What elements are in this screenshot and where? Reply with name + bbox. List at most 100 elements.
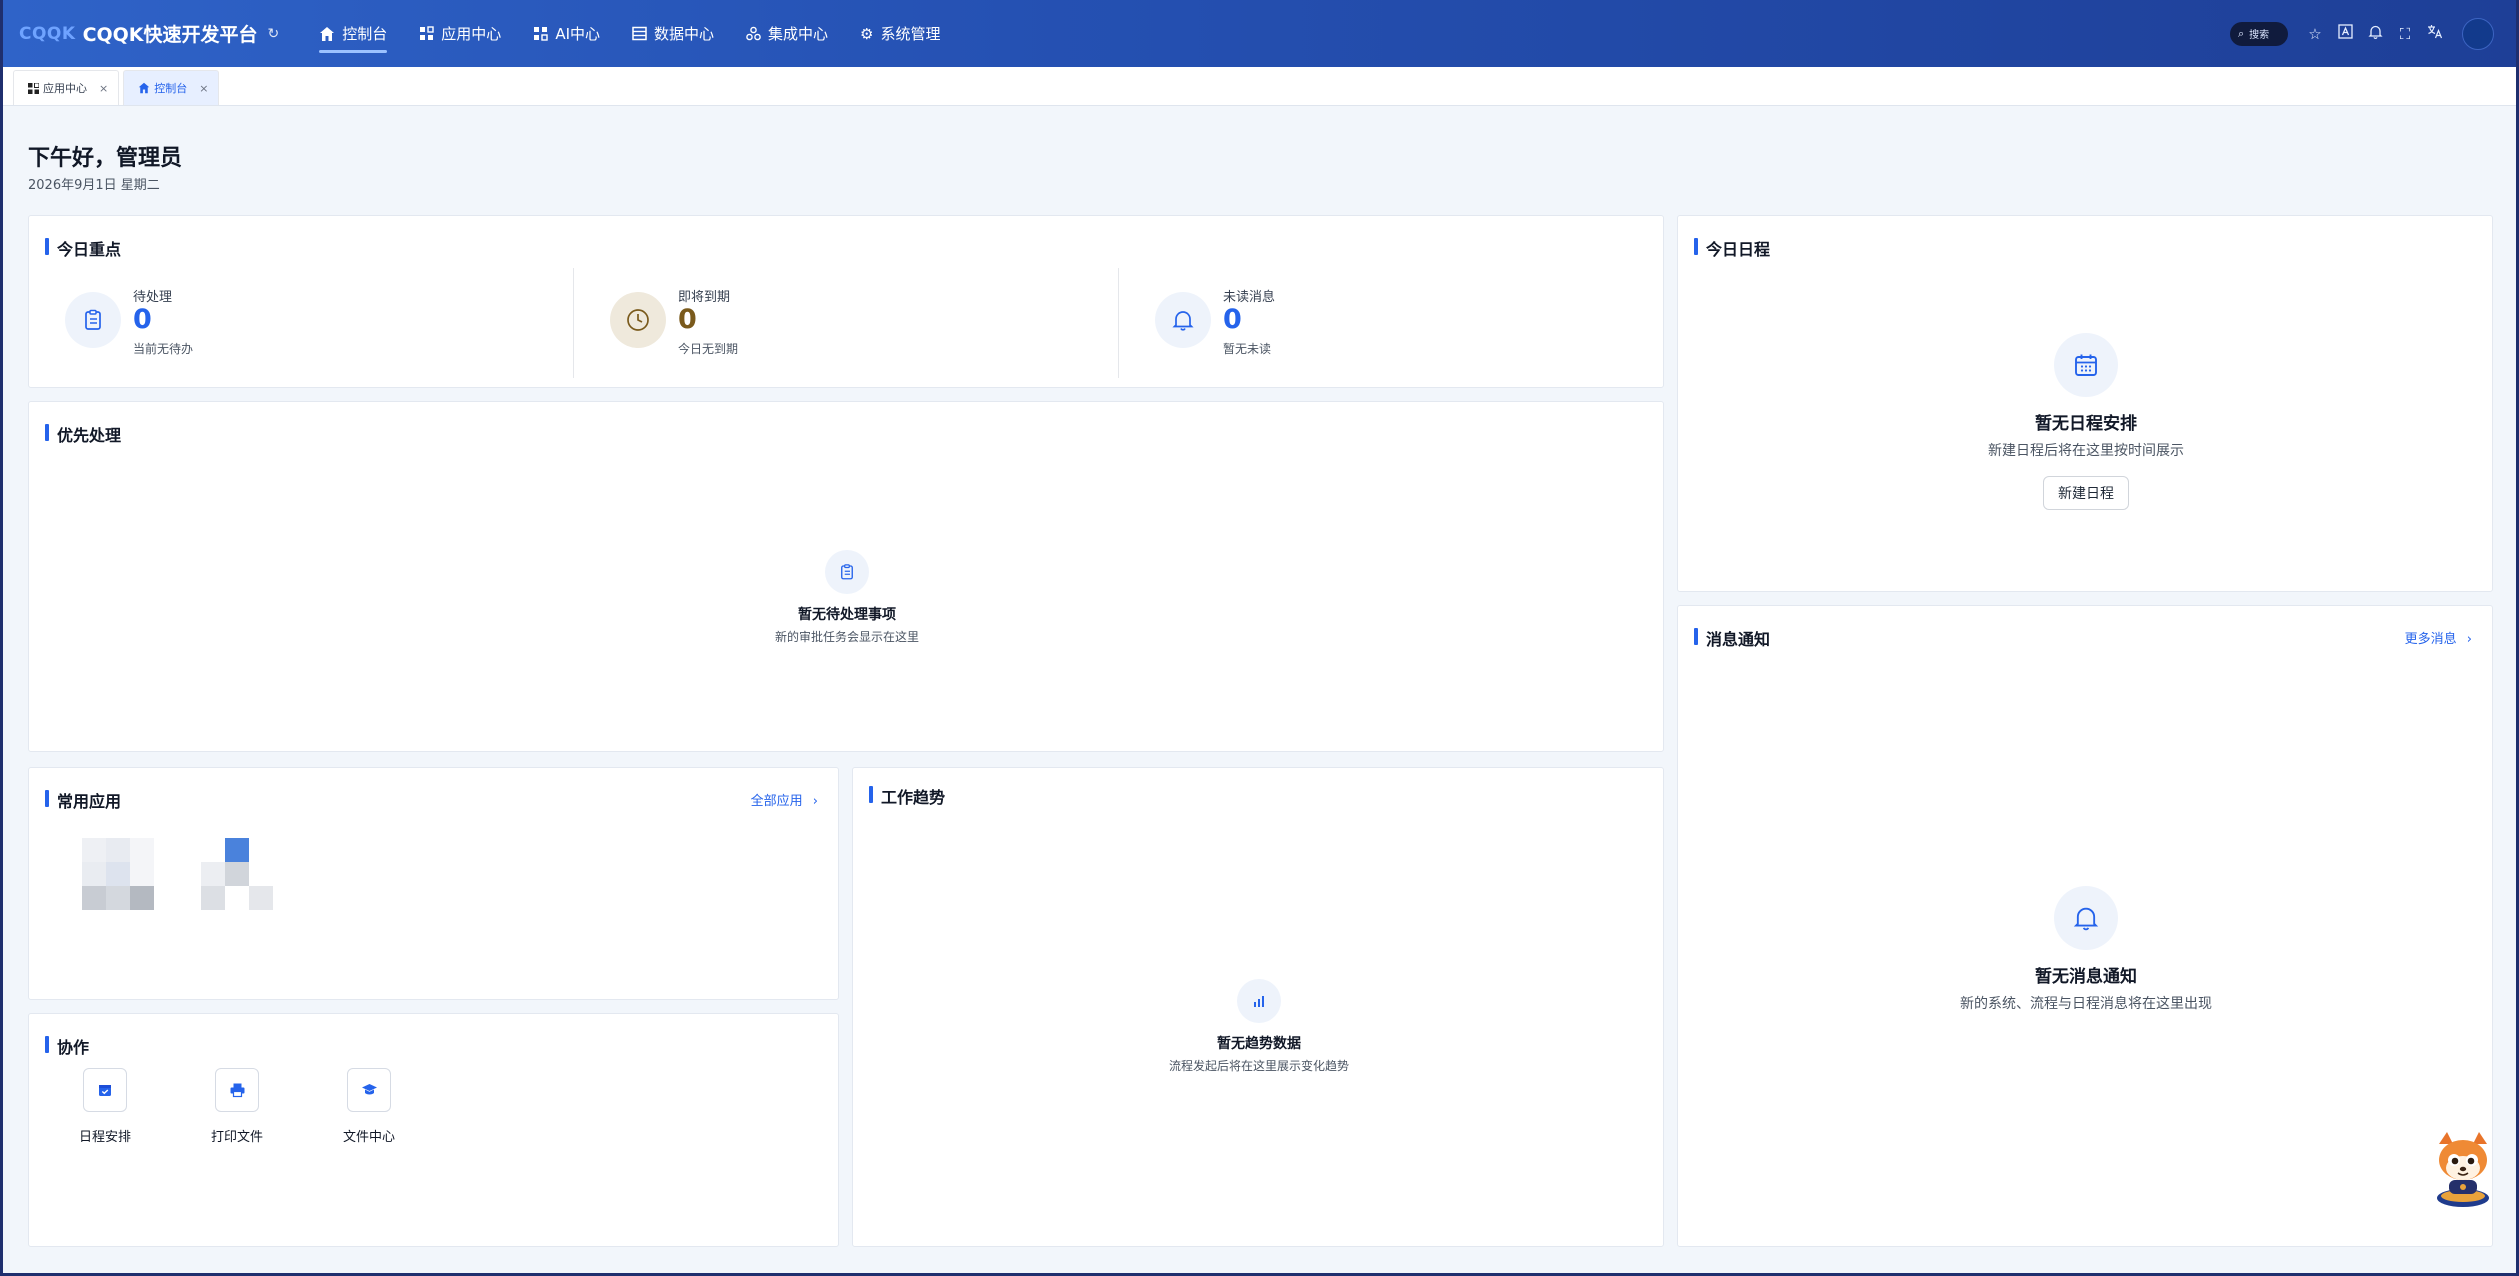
close-icon[interactable]: × — [199, 82, 208, 95]
nav-label: 数据中心 — [654, 25, 715, 43]
work-trend-card: 工作趋势 暂无趋势数据 流程发起后将在这里展示变化趋势 — [852, 767, 1664, 1247]
collab-label: 打印文件 — [210, 1130, 263, 1145]
star-icon[interactable]: ☆ — [2300, 25, 2330, 43]
nav-label: 集成中心 — [768, 25, 829, 43]
calendar-check-icon — [83, 1068, 127, 1112]
collab-schedule[interactable]: 日程安排 — [65, 1068, 145, 1145]
empty-desc: 流程发起后将在这里展示变化趋势 — [1168, 1059, 1350, 1073]
collab-file-center[interactable]: 文件中心 — [329, 1068, 409, 1145]
bar-chart-icon — [1236, 979, 1281, 1023]
apps-grid-icon — [420, 26, 434, 40]
logo-mark: CQQK — [19, 23, 76, 44]
link-label: 全部应用 — [750, 794, 803, 809]
nav-item-app-center[interactable]: 应用中心 — [403, 0, 517, 67]
clipboard-icon — [824, 550, 869, 594]
nav-label: AI中心 — [555, 25, 600, 43]
more-messages-link[interactable]: 更多消息 › — [2405, 628, 2472, 647]
integration-icon — [746, 26, 761, 41]
nav-item-system-admin[interactable]: ⚙ 系统管理 — [844, 0, 956, 67]
kpi-label: 即将到期 — [678, 290, 731, 305]
translate-icon[interactable] — [2420, 24, 2450, 43]
search-input[interactable]: ⌕ 搜索 — [2230, 21, 2288, 46]
kpi-value: 0 — [133, 304, 152, 335]
kpi-pending[interactable]: 待处理 0 当前无待办 — [29, 268, 574, 378]
priority-card: 优先处理 暂无待处理事项 新的审批任务会显示在这里 — [28, 401, 1664, 752]
nav-label: 应用中心 — [441, 25, 502, 43]
collaboration-card: 协作 日程安排 打印文件 文件中心 — [28, 1013, 839, 1247]
nav-item-console[interactable]: 控制台 — [303, 0, 403, 67]
top-navbar: CQQK CQQK快速开发平台 ↻ 控制台 应用中心 AI中心 数据中心 集成中… — [3, 0, 2516, 67]
chevron-right-icon: › — [2466, 632, 2472, 647]
main-nav: 控制台 应用中心 AI中心 数据中心 集成中心 ⚙ 系统管理 — [303, 0, 956, 67]
today-schedule-card: 今日日程 暂无日程安排 新建日程后将在这里按时间展示 新建日程 — [1677, 215, 2493, 592]
kpi-row: 待处理 0 当前无待办 即将到期 0 今日无到期 未读消息 0 暂无未读 — [29, 268, 1663, 378]
tab-label: 应用中心 — [43, 82, 87, 95]
header-tools: ⌕ 搜索 ☆ ⛶ — [2230, 17, 2494, 50]
collab-label: 文件中心 — [342, 1130, 395, 1145]
message-notification-card: 消息通知 更多消息 › 暂无消息通知 新的系统、流程与日程消息将在这里出现 — [1677, 605, 2493, 1247]
nav-item-integration-center[interactable]: 集成中心 — [730, 0, 844, 67]
refresh-icon[interactable]: ↻ — [268, 26, 280, 42]
collab-label: 日程安排 — [78, 1130, 131, 1145]
tab-app-center[interactable]: 应用中心 × — [13, 70, 120, 105]
kpi-unread[interactable]: 未读消息 0 暂无未读 — [1119, 268, 1663, 378]
printer-icon — [215, 1068, 259, 1112]
link-label: 更多消息 — [2404, 632, 2457, 647]
empty-state: 暂无趋势数据 流程发起后将在这里展示变化趋势 — [1169, 979, 1349, 1074]
clock-icon — [610, 292, 666, 348]
nav-label: 系统管理 — [880, 25, 941, 43]
clipboard-icon — [65, 292, 121, 348]
card-title: 工作趋势 — [869, 784, 945, 808]
collab-print[interactable]: 打印文件 — [197, 1068, 277, 1145]
greeting-date: 2026年9月1日 星期二 — [28, 178, 160, 193]
empty-desc: 新建日程后将在这里按时间展示 — [1988, 443, 2184, 459]
app-tile-placeholder[interactable] — [201, 838, 273, 910]
font-size-icon[interactable] — [2330, 24, 2360, 43]
search-label: 搜索 — [2249, 30, 2270, 41]
app-window: CQQK CQQK快速开发平台 ↻ 控制台 应用中心 AI中心 数据中心 集成中… — [0, 0, 2519, 1276]
tab-label: 控制台 — [154, 82, 188, 95]
empty-title: 暂无日程安排 — [2035, 414, 2137, 434]
ai-grid-icon — [534, 27, 549, 41]
card-title: 消息通知 — [1694, 626, 1770, 650]
kpi-due-soon[interactable]: 即将到期 0 今日无到期 — [574, 268, 1119, 378]
card-title: 优先处理 — [45, 422, 121, 446]
new-schedule-button[interactable]: 新建日程 — [2043, 476, 2129, 510]
kpi-sub: 当前无待办 — [133, 342, 194, 356]
nav-label: 控制台 — [342, 25, 388, 43]
search-icon: ⌕ — [2238, 26, 2245, 40]
app-tile-placeholder[interactable] — [82, 838, 154, 910]
all-apps-link[interactable]: 全部应用 › — [751, 790, 818, 809]
empty-desc: 新的系统、流程与日程消息将在这里出现 — [1960, 996, 2212, 1012]
apps-grid-icon — [28, 82, 39, 94]
empty-state: 暂无消息通知 新的系统、流程与日程消息将在这里出现 — [1960, 886, 2212, 1013]
nav-item-data-center[interactable]: 数据中心 — [616, 0, 730, 67]
empty-desc: 新的审批任务会显示在这里 — [774, 630, 920, 644]
kpi-label: 待处理 — [133, 290, 173, 305]
kpi-value: 0 — [1223, 304, 1242, 335]
assistant-mascot-icon[interactable] — [2431, 1128, 2495, 1208]
bell-icon — [1155, 292, 1211, 348]
fullscreen-icon[interactable]: ⛶ — [2390, 25, 2420, 43]
close-icon[interactable]: × — [99, 82, 108, 95]
tab-console[interactable]: 控制台 × — [123, 70, 220, 105]
nav-item-ai-center[interactable]: AI中心 — [517, 0, 616, 67]
card-title: 常用应用 — [45, 788, 121, 812]
card-title: 协作 — [45, 1034, 89, 1058]
card-title: 今日日程 — [1694, 236, 1770, 260]
avatar[interactable] — [2462, 17, 2494, 50]
card-title: 今日重点 — [45, 236, 121, 260]
home-icon — [138, 82, 150, 94]
kpi-value: 0 — [678, 304, 697, 335]
table-icon — [632, 26, 647, 41]
bell-icon[interactable] — [2360, 24, 2390, 43]
chevron-right-icon: › — [812, 794, 818, 809]
kpi-label: 未读消息 — [1223, 290, 1276, 305]
today-focus-card: 今日重点 待处理 0 当前无待办 即将到期 0 今日无到期 未读消息 0 暂无未… — [28, 215, 1664, 388]
empty-title: 暂无待处理事项 — [797, 607, 896, 623]
empty-title: 暂无消息通知 — [2035, 967, 2137, 987]
empty-state: 暂无待处理事项 新的审批任务会显示在这里 — [775, 550, 919, 645]
page-tabs: 应用中心 × 控制台 × — [3, 67, 2516, 106]
kpi-sub: 暂无未读 — [1223, 342, 1272, 356]
empty-state: 暂无日程安排 新建日程后将在这里按时间展示 新建日程 — [1988, 333, 2184, 510]
